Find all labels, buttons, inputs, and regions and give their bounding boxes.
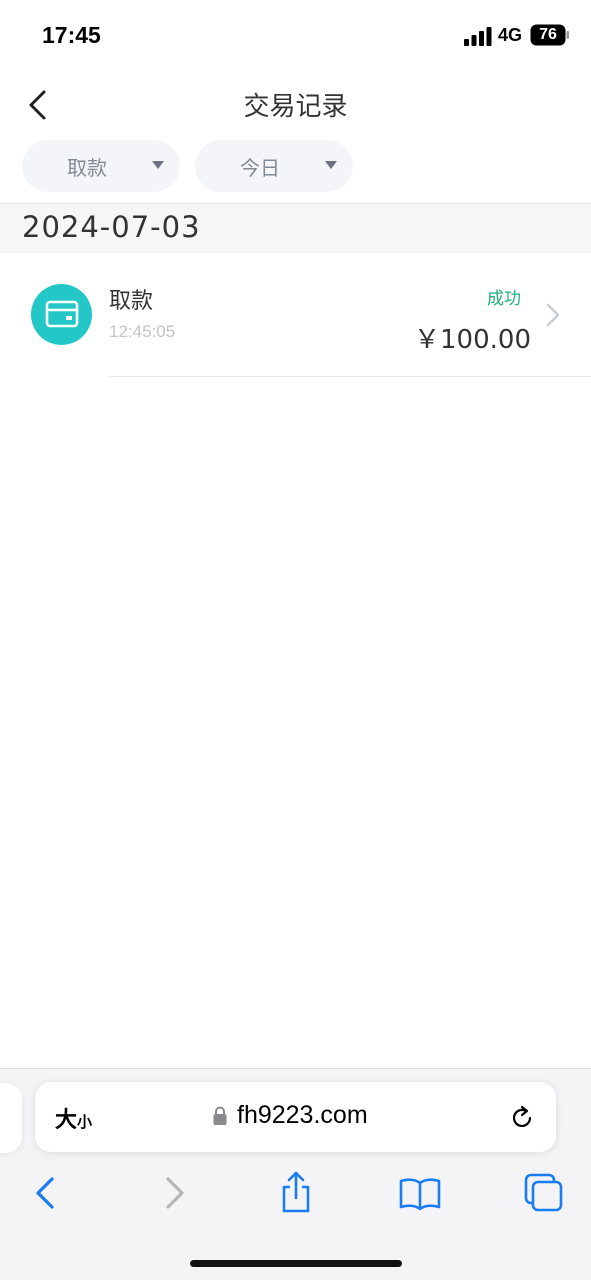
text-size-small-label: 小 [77, 1113, 93, 1131]
date-filter-dropdown[interactable]: 今日 [195, 140, 353, 192]
transaction-type: 取款 [109, 289, 154, 314]
browser-bottom-bar: 大小 fh9223.com [0, 1068, 591, 1280]
status-time: 17:45 [42, 22, 101, 48]
chevron-right-icon [546, 303, 560, 327]
battery-level: 76 [539, 26, 557, 43]
browser-back-button[interactable] [22, 1171, 70, 1215]
browser-forward-button[interactable] [150, 1171, 198, 1215]
card-icon [31, 284, 92, 345]
network-label: 4G [498, 25, 523, 45]
date-filter-label: 今日 [240, 156, 280, 180]
type-filter-dropdown[interactable]: 取款 [22, 140, 180, 192]
bookmarks-button[interactable] [396, 1171, 444, 1215]
previous-tab-preview[interactable] [0, 1083, 22, 1153]
lock-icon [213, 1106, 227, 1125]
transaction-status: 成功 [487, 289, 521, 309]
chevron-left-icon [36, 1177, 54, 1209]
tabs-icon [524, 1173, 563, 1212]
book-icon [399, 1178, 441, 1211]
date-group-header: 2024-07-03 [0, 203, 591, 253]
page-title: 交易记录 [243, 92, 348, 122]
url-text: fh9223.com [237, 1101, 368, 1129]
home-indicator[interactable] [190, 1260, 402, 1267]
signal-icon [464, 27, 492, 46]
chevron-right-icon [166, 1177, 184, 1209]
address-bar[interactable]: 大小 fh9223.com [35, 1082, 556, 1152]
share-button[interactable] [272, 1171, 320, 1215]
share-icon [282, 1171, 310, 1213]
page-header: 交易记录 [0, 70, 591, 138]
row-divider [109, 376, 591, 377]
type-filter-label: 取款 [67, 156, 107, 180]
reload-icon[interactable] [508, 1104, 536, 1132]
transaction-time: 12:45:05 [109, 322, 176, 341]
transaction-amount: ￥100.00 [414, 325, 531, 355]
date-group-label: 2024-07-03 [22, 210, 201, 244]
transaction-row[interactable]: 取款 12:45:05 成功 ￥100.00 [0, 253, 591, 377]
caret-down-icon [325, 161, 337, 169]
text-size-button[interactable]: 大小 [55, 1102, 103, 1133]
status-bar: 17:45 4G 76 [0, 0, 591, 70]
caret-down-icon [152, 161, 164, 169]
tabs-button[interactable] [520, 1171, 568, 1215]
text-size-big-label: 大 [55, 1108, 78, 1133]
